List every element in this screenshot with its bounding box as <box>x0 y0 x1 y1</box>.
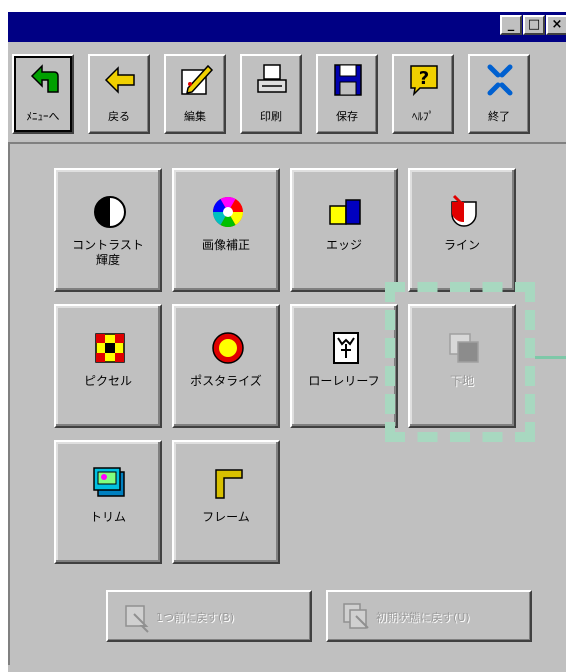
menu-back-label: ﾒﾆｭｰへ <box>26 110 60 123</box>
contrast-label: コントラスト <box>72 238 144 252</box>
line-button[interactable]: ライン <box>408 168 516 292</box>
trim-button[interactable]: トリム <box>54 440 162 564</box>
edit-label: 編集 <box>184 110 206 123</box>
exit-icon <box>487 64 513 96</box>
undo-button[interactable]: 1つ前に戻す(B) <box>106 590 312 642</box>
contrast-brightness-button[interactable]: コントラスト 輝度 <box>54 168 162 292</box>
exit-label: 終了 <box>488 110 510 123</box>
toolbar: ﾒﾆｭｰへ 戻る 編集 印刷 保存 ? ﾍﾙﾌﾟ 終了 <box>8 42 566 144</box>
contrast-icon <box>94 196 126 228</box>
line-label: ライン <box>443 238 480 252</box>
undo-label: 1つ前に戻す(B) <box>156 611 235 624</box>
frame-label: フレーム <box>202 510 250 524</box>
back-button[interactable]: 戻る <box>88 54 150 134</box>
maximize-button[interactable]: □ <box>523 15 545 35</box>
menu-back-button[interactable]: ﾒﾆｭｰへ <box>12 54 74 134</box>
relief-icon <box>333 332 359 364</box>
image-correction-label: 画像補正 <box>201 238 250 252</box>
frame-icon <box>215 469 243 499</box>
edge-label: エッジ <box>325 238 362 252</box>
reset-icon <box>343 603 369 629</box>
trim-icon <box>93 467 125 497</box>
undo-icon <box>125 605 149 633</box>
posterize-label: ポスタライズ <box>190 374 262 388</box>
help-label: ﾍﾙﾌﾟ <box>412 110 434 123</box>
line-icon <box>451 194 477 227</box>
brightness-label: 輝度 <box>95 253 120 267</box>
relief-button[interactable]: ローレリーフ <box>290 304 398 428</box>
edit-pencil-icon <box>181 64 214 95</box>
save-label: 保存 <box>336 110 358 123</box>
title-bar: _ □ × <box>8 12 566 42</box>
help-button[interactable]: ? ﾍﾙﾌﾟ <box>392 54 454 134</box>
help-question-icon: ? <box>410 65 438 97</box>
image-correction-button[interactable]: 画像補正 <box>172 168 280 292</box>
posterize-icon <box>212 332 244 364</box>
back-label: 戻る <box>108 110 130 123</box>
color-wheel-icon <box>213 196 243 228</box>
menu-back-arrow-icon <box>30 64 59 93</box>
svg-text:?: ? <box>419 68 429 89</box>
relief-label: ローレリーフ <box>308 374 380 388</box>
reset-label: 初期状態に戻す(U) <box>376 611 470 624</box>
print-label: 印刷 <box>260 110 282 123</box>
edit-button[interactable]: 編集 <box>164 54 226 134</box>
pixel-label: ピクセル <box>83 374 132 388</box>
pixel-button[interactable]: ピクセル <box>54 304 162 428</box>
posterize-button[interactable]: ポスタライズ <box>172 304 280 428</box>
selection-marquee <box>385 282 535 442</box>
edge-button[interactable]: エッジ <box>290 168 398 292</box>
save-button[interactable]: 保存 <box>316 54 378 134</box>
floppy-disk-icon <box>334 64 362 96</box>
minimize-button[interactable]: _ <box>500 15 522 35</box>
reset-button[interactable]: 初期状態に戻す(U) <box>326 590 532 642</box>
print-button[interactable]: 印刷 <box>240 54 302 134</box>
selection-connector-line <box>535 356 566 359</box>
close-button[interactable]: × <box>546 15 566 35</box>
back-arrow-icon <box>104 66 135 94</box>
exit-button[interactable]: 終了 <box>468 54 530 134</box>
printer-icon <box>257 64 287 93</box>
frame-button[interactable]: フレーム <box>172 440 280 564</box>
edge-icon <box>329 199 361 225</box>
trim-label: トリム <box>89 510 126 524</box>
pixel-icon <box>95 333 125 363</box>
